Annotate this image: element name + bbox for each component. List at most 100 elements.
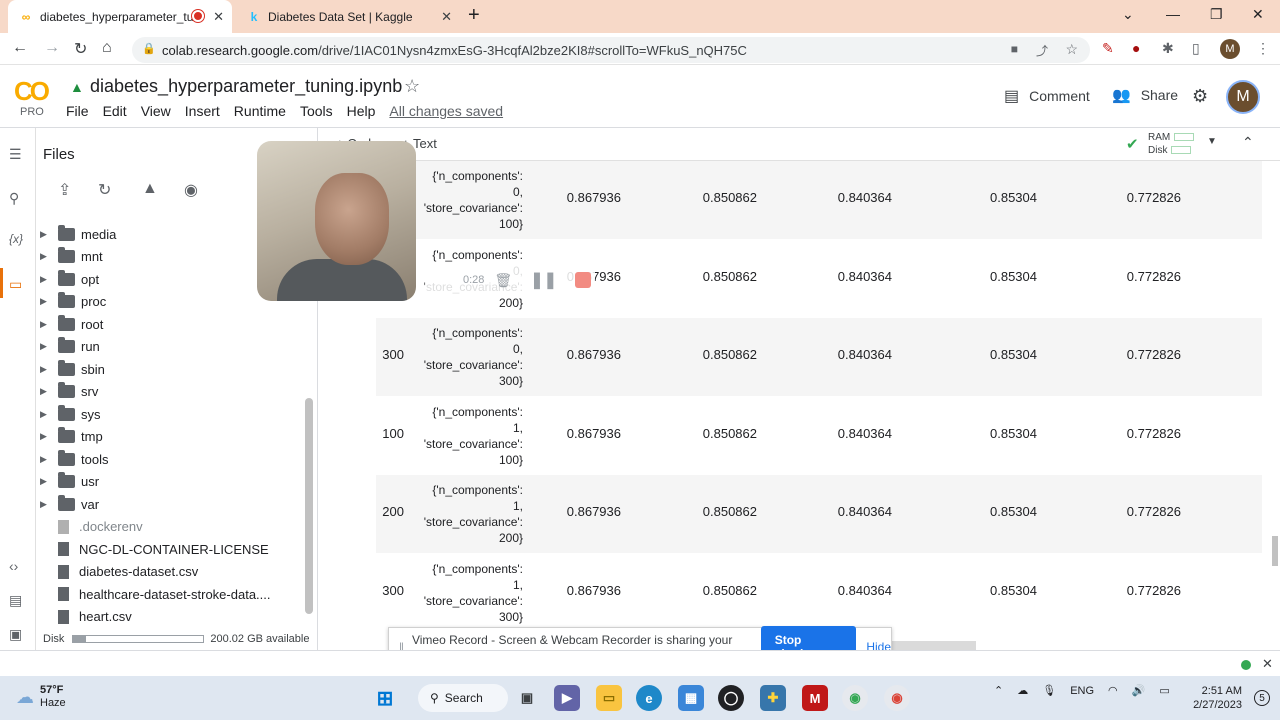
edge-icon[interactable]: e (636, 685, 662, 711)
wifi-icon[interactable]: ◠ (1108, 684, 1118, 697)
folder-item[interactable]: ▶ proc (36, 291, 106, 313)
expand-caret-icon[interactable]: ▶ (40, 251, 58, 262)
expand-caret-icon[interactable]: ▶ (40, 431, 58, 442)
teams-chat-icon[interactable]: ▶ (554, 685, 580, 711)
menu-help[interactable]: Help (347, 103, 376, 119)
bookmark-star-icon[interactable]: ☆ (1065, 41, 1078, 58)
pause-icon[interactable]: ❚❚ (530, 270, 557, 290)
expand-caret-icon[interactable]: ▶ (40, 296, 58, 307)
refresh-folder-icon[interactable]: ↻ (98, 180, 111, 200)
command-palette-icon[interactable]: ▤ (9, 592, 22, 609)
expand-caret-icon[interactable]: ▶ (40, 476, 58, 487)
home-icon[interactable]: ⌂ (102, 39, 112, 57)
folder-item[interactable]: ▶ root (36, 313, 103, 335)
folder-item[interactable]: ▶ srv (36, 381, 98, 403)
user-avatar[interactable]: M (1226, 80, 1260, 114)
search-icon[interactable]: ⚲ (9, 190, 19, 207)
expand-caret-icon[interactable]: ▶ (40, 364, 58, 375)
folder-item[interactable]: ▶ mnt (36, 246, 103, 268)
code-snippets-icon[interactable]: ‹› (9, 558, 18, 574)
expand-caret-icon[interactable]: ▶ (40, 274, 58, 285)
expand-caret-icon[interactable]: ▶ (40, 341, 58, 352)
share-page-icon[interactable]: ⤴ (1036, 42, 1048, 59)
close-window-icon[interactable]: ✕ (1252, 6, 1264, 23)
reload-icon[interactable]: ↻ (74, 39, 87, 59)
forward-icon[interactable]: → (44, 39, 60, 57)
folder-item[interactable]: ▶ usr (36, 471, 99, 493)
menu-view[interactable]: View (141, 103, 171, 119)
extension-icon[interactable]: ✎ (1102, 40, 1114, 57)
close-tab-icon[interactable]: ✕ (441, 9, 452, 25)
minimize-icon[interactable]: — (1166, 6, 1180, 22)
table-of-contents-icon[interactable]: ☰ (9, 146, 22, 163)
task-view-icon[interactable]: ▣ (514, 685, 540, 711)
folder-item[interactable]: ▶ tools (36, 448, 108, 470)
volume-icon[interactable]: 🔊 (1132, 684, 1146, 697)
taskbar-search[interactable]: ⚲ Search (418, 684, 508, 712)
folder-item[interactable]: ▶ media (36, 223, 116, 245)
upload-file-icon[interactable]: ⇪ (58, 180, 71, 200)
folder-item[interactable]: ▶ tmp (36, 426, 103, 448)
menu-tools[interactable]: Tools (300, 103, 333, 119)
star-icon[interactable]: ☆ (404, 76, 420, 97)
show-hidden-eye-icon[interactable]: ◉ (184, 180, 198, 200)
terminal-icon[interactable]: ▣ (9, 626, 22, 643)
mcafee-icon[interactable]: M (802, 685, 828, 711)
battery-icon[interactable]: ▭ (1159, 684, 1169, 697)
tray-overflow-chevron-icon[interactable]: ⌃ (994, 684, 1003, 697)
notification-badge[interactable]: 5 (1254, 690, 1270, 706)
collapse-chevron-up-icon[interactable]: ⌃ (1242, 134, 1254, 151)
tab-colab[interactable]: ∞ diabetes_hyperparameter_tu ✕ (8, 0, 232, 33)
delete-recording-icon[interactable]: 🗑 (494, 272, 512, 289)
file-item[interactable]: healthcare-dataset-stroke-data.... (54, 583, 271, 605)
variables-icon[interactable]: {x} (9, 232, 23, 246)
menu-file[interactable]: File (66, 103, 89, 119)
input-language[interactable]: ENG (1070, 685, 1094, 697)
new-tab-button[interactable]: + (468, 4, 480, 27)
expand-caret-icon[interactable]: ▶ (40, 499, 58, 510)
file-item[interactable]: heart.csv (54, 606, 132, 628)
vertical-scrollbar[interactable] (1272, 536, 1278, 566)
mount-drive-icon[interactable]: ▲ (142, 180, 158, 198)
tab-kaggle[interactable]: k Diabetes Data Set | Kaggle ✕ (236, 0, 460, 33)
tab-search-icon[interactable]: ⌄ (1122, 6, 1134, 23)
puzzle-icon[interactable]: ✱ (1162, 40, 1174, 57)
back-icon[interactable]: ← (12, 39, 28, 57)
record-extension-icon[interactable]: ● (1132, 40, 1140, 56)
file-panel-scrollbar[interactable] (305, 398, 313, 614)
chrome-icon[interactable]: ◉ (884, 685, 910, 711)
comment-button[interactable]: ▤ Comment (1004, 86, 1090, 106)
side-panel-icon[interactable]: ▯ (1192, 40, 1200, 57)
webcam-preview[interactable] (257, 141, 416, 301)
share-button[interactable]: 👥 Share (1112, 86, 1178, 104)
close-tab-icon[interactable]: ✕ (213, 9, 224, 25)
expand-caret-icon[interactable]: ▶ (40, 386, 58, 397)
close-status-icon[interactable]: ✕ (1262, 656, 1273, 672)
camera-icon[interactable]: ■ (1011, 42, 1018, 56)
folder-item[interactable]: ▶ opt (36, 268, 99, 290)
profile-avatar[interactable]: M (1220, 39, 1240, 59)
folder-item[interactable]: ▶ run (36, 336, 100, 358)
weather-widget[interactable]: ☁ 57°F Haze (16, 684, 66, 710)
resource-monitor[interactable]: RAM Disk (1148, 131, 1195, 157)
runtime-dropdown-icon[interactable]: ▼ (1207, 136, 1217, 147)
chrome-profile-icon[interactable]: ◉ (842, 685, 868, 711)
microphone-icon[interactable]: 🎙 (1042, 684, 1056, 697)
python-icon[interactable]: ✚ (760, 685, 786, 711)
settings-gear-icon[interactable]: ⚙ (1192, 86, 1208, 107)
file-explorer-icon[interactable]: ▭ (596, 685, 622, 711)
folder-item[interactable]: ▶ sbin (36, 358, 105, 380)
menu-insert[interactable]: Insert (185, 103, 220, 119)
file-item[interactable]: diabetes-dataset.csv (54, 561, 198, 583)
maximize-icon[interactable]: ❐ (1210, 6, 1223, 23)
system-clock[interactable]: 2:51 AM 2/27/2023 (1184, 684, 1242, 712)
folder-item[interactable]: ▶ var (36, 493, 99, 515)
colab-logo[interactable]: CO PRO (14, 76, 54, 118)
browser-menu-icon[interactable]: ⋮ (1256, 40, 1270, 57)
onedrive-cloud-icon[interactable]: ☁ (1017, 684, 1028, 697)
save-status[interactable]: All changes saved (389, 103, 503, 119)
folder-item[interactable]: ▶ sys (36, 403, 101, 425)
address-bar[interactable]: 🔒 colab.research.google.com/drive/1IAC01… (132, 37, 1090, 63)
github-icon[interactable]: ◯ (718, 685, 744, 711)
start-windows-icon[interactable]: ⊞ (372, 685, 398, 711)
